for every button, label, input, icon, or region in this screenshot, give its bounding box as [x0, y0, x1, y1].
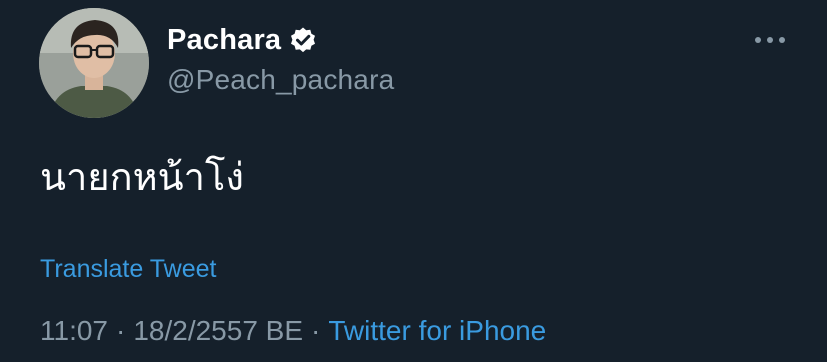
separator-dot: ·: [311, 315, 321, 346]
tweet-card: Pachara @Peach_pachara นายกหน้าโง่ Trans…: [0, 0, 827, 362]
more-options-button[interactable]: [748, 25, 792, 55]
tweet-time[interactable]: 11:07: [40, 315, 108, 346]
separator-dot: ·: [116, 315, 126, 346]
display-name[interactable]: Pachara: [167, 24, 281, 57]
translate-tweet-link[interactable]: Translate Tweet: [40, 255, 216, 284]
name-row: Pachara: [167, 18, 394, 62]
tweet-header: Pachara @Peach_pachara: [167, 18, 394, 96]
tweet-metadata: 11:07 · 18/2/2557 BE · Twitter for iPhone: [40, 315, 546, 347]
tweet-source-link[interactable]: Twitter for iPhone: [328, 315, 546, 346]
more-options-icon: [755, 37, 785, 43]
avatar-image: [39, 8, 149, 118]
tweet-date[interactable]: 18/2/2557 BE: [133, 315, 303, 346]
tweet-text: นายกหน้าโง่: [40, 155, 244, 199]
user-handle[interactable]: @Peach_pachara: [167, 64, 394, 96]
verified-badge-icon: [289, 26, 317, 54]
avatar[interactable]: [39, 8, 149, 118]
